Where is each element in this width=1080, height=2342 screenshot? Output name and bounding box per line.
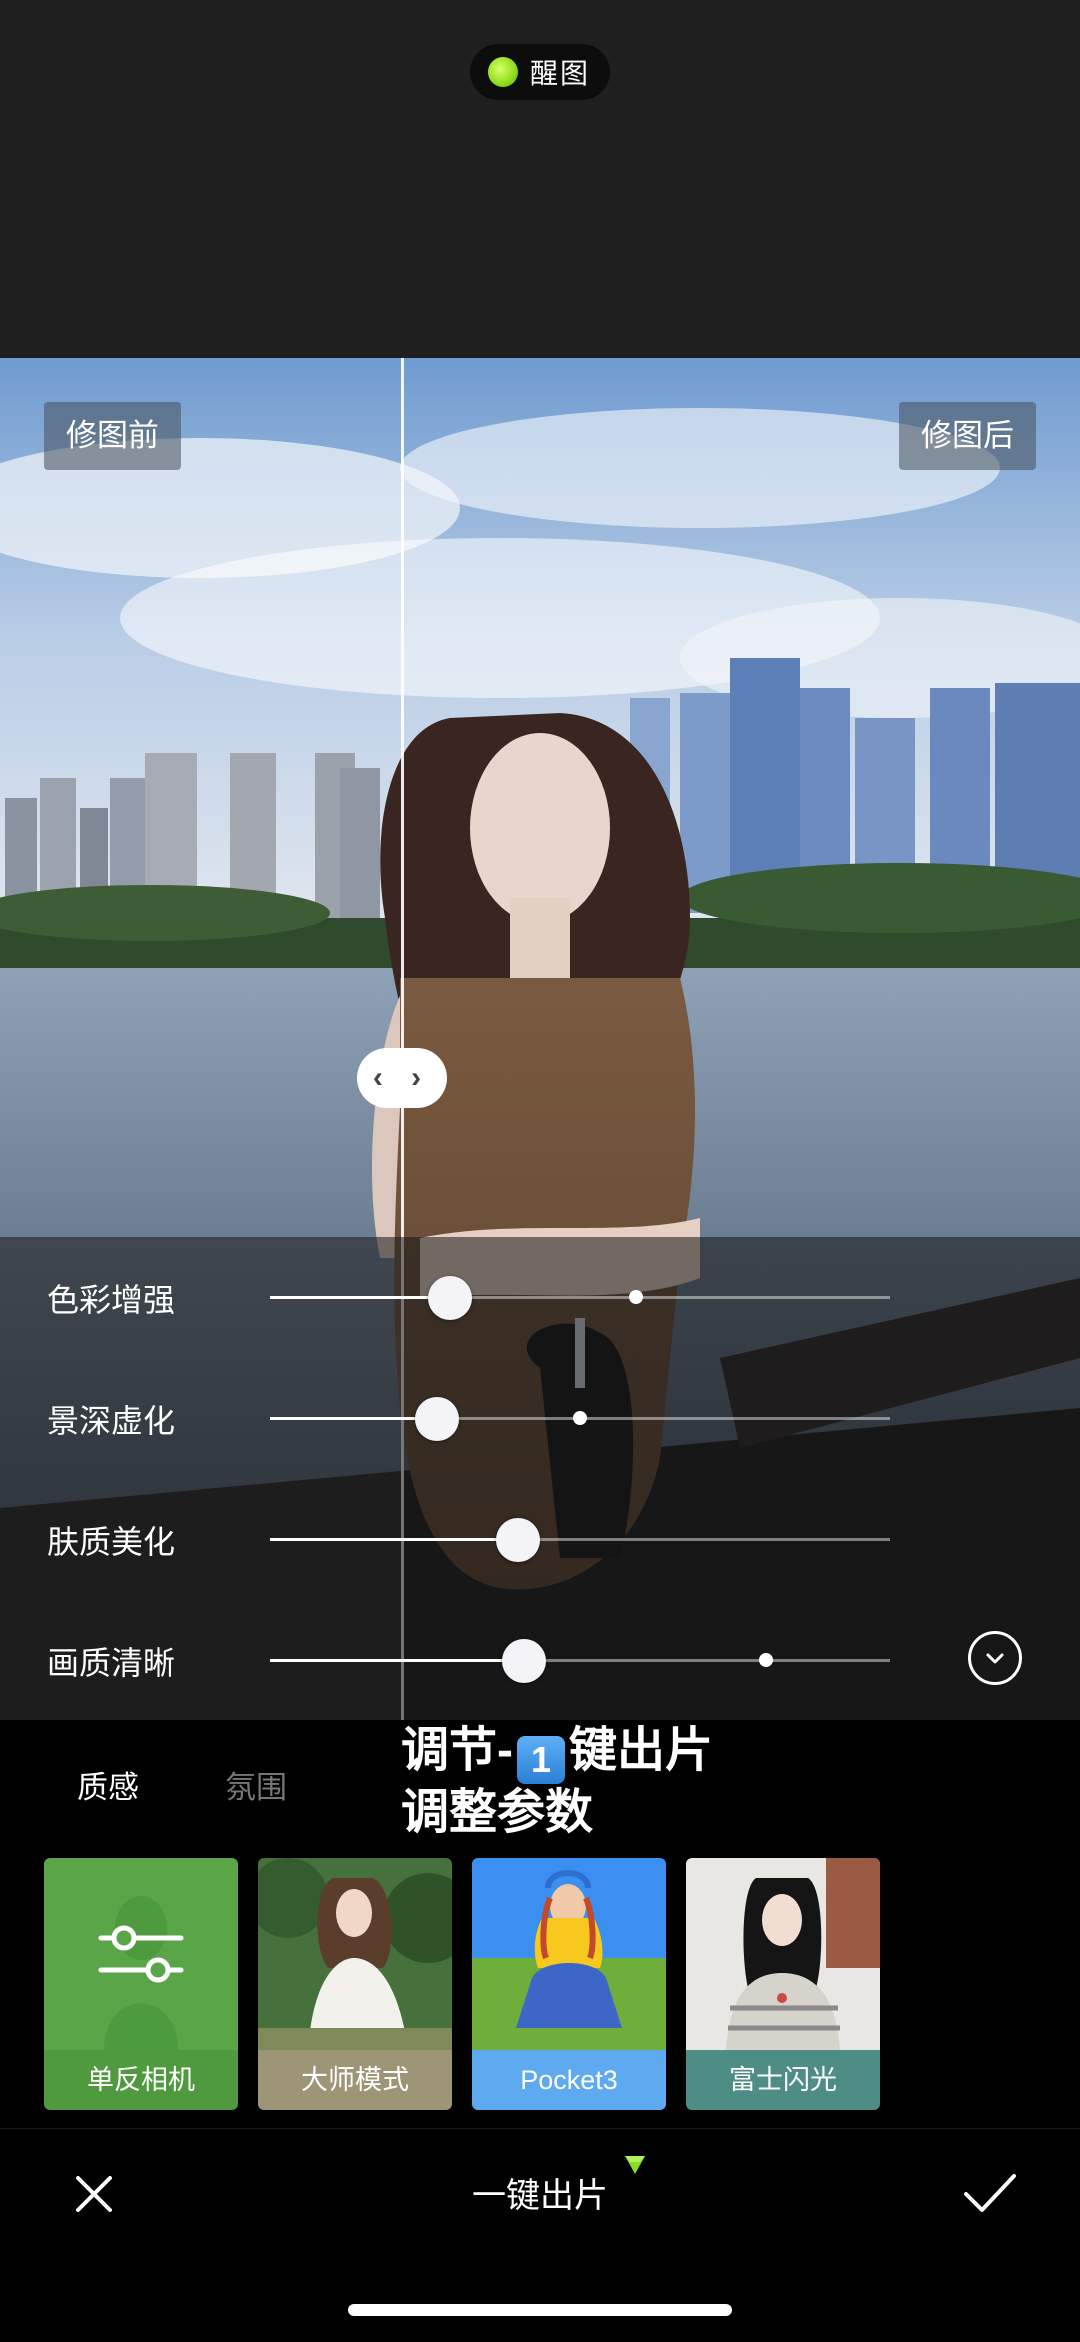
preset-label: Pocket3: [472, 2050, 666, 2110]
caption-part: 调节-: [401, 1724, 513, 1777]
slider-label: 色彩增强: [47, 1282, 176, 1318]
tab-atmosphere[interactable]: 氛围: [225, 1762, 287, 1807]
preset-thumbnail: [44, 1858, 238, 2050]
green-dot-icon: [488, 57, 518, 87]
slider-default-mark: [628, 1290, 643, 1304]
slider-thumb[interactable]: [496, 1518, 540, 1562]
slider-skin-beautify[interactable]: 肤质美化: [0, 1509, 1080, 1569]
preset-label: 富士闪光: [686, 2050, 880, 2110]
slider-label: 肤质美化: [47, 1524, 176, 1560]
preset-strip: 单反相机 大师模式 Pocket3 富士闪光: [0, 1858, 1080, 2110]
compare-handle[interactable]: ‹ ›: [357, 1048, 447, 1108]
slider-sharpness[interactable]: 画质清晰: [0, 1630, 1080, 1690]
preset-thumbnail: [686, 1858, 880, 2050]
slider-track[interactable]: [270, 1397, 890, 1441]
before-label: 修图前: [44, 402, 181, 470]
vip-gem-icon: [625, 2156, 645, 2174]
home-indicator[interactable]: [348, 2304, 732, 2316]
slider-thumb[interactable]: [415, 1397, 460, 1441]
chevron-down-icon: [986, 1653, 1004, 1664]
keycap-1-icon: 1: [517, 1736, 565, 1784]
slider-track[interactable]: [270, 1276, 890, 1320]
slider-label: 景深虚化: [47, 1403, 176, 1439]
slider-thumb[interactable]: [427, 1276, 472, 1320]
top-bar: 醒图: [0, 0, 1080, 358]
tab-texture[interactable]: 质感: [77, 1762, 139, 1807]
preset-thumbnail: [472, 1858, 666, 2050]
preset-card-pocket3[interactable]: Pocket3: [472, 1858, 666, 2110]
collapse-panel-button[interactable]: [968, 1631, 1022, 1685]
slider-thumb[interactable]: [502, 1639, 547, 1683]
after-label: 修图后: [899, 402, 1036, 470]
slider-track[interactable]: [270, 1639, 890, 1683]
slider-track[interactable]: [270, 1518, 890, 1562]
app-badge[interactable]: 醒图: [470, 44, 610, 100]
preset-card-master[interactable]: 大师模式: [258, 1858, 452, 2110]
slider-fill: [270, 1296, 450, 1299]
check-icon: [964, 2174, 1016, 2212]
slider-fill: [270, 1659, 525, 1662]
bottom-title: 一键出片: [472, 2177, 608, 2215]
slider-fill: [270, 1417, 438, 1420]
caption-line-2: 调整参数: [401, 1786, 594, 1839]
preset-thumbnail: [258, 1858, 452, 2050]
preset-card-slr[interactable]: 单反相机: [44, 1858, 238, 2110]
overlay-caption: 调节- 1 键出片 调整参数: [401, 1722, 713, 1842]
slider-fill: [270, 1538, 518, 1541]
app-badge-label: 醒图: [530, 58, 591, 89]
slider-depth-blur[interactable]: 景深虚化: [0, 1388, 1080, 1448]
confirm-button[interactable]: [960, 2168, 1020, 2220]
preset-label: 大师模式: [258, 2050, 452, 2110]
slider-color-enhance[interactable]: 色彩增强: [0, 1267, 1080, 1327]
slider-default-mark: [573, 1411, 587, 1425]
preset-label: 单反相机: [44, 2050, 238, 2110]
slider-default-mark: [759, 1653, 773, 1667]
slider-label: 画质清晰: [47, 1645, 176, 1681]
caption-part: 键出片: [569, 1724, 714, 1777]
preset-card-fuji-flash[interactable]: 富士闪光: [686, 1858, 880, 2110]
